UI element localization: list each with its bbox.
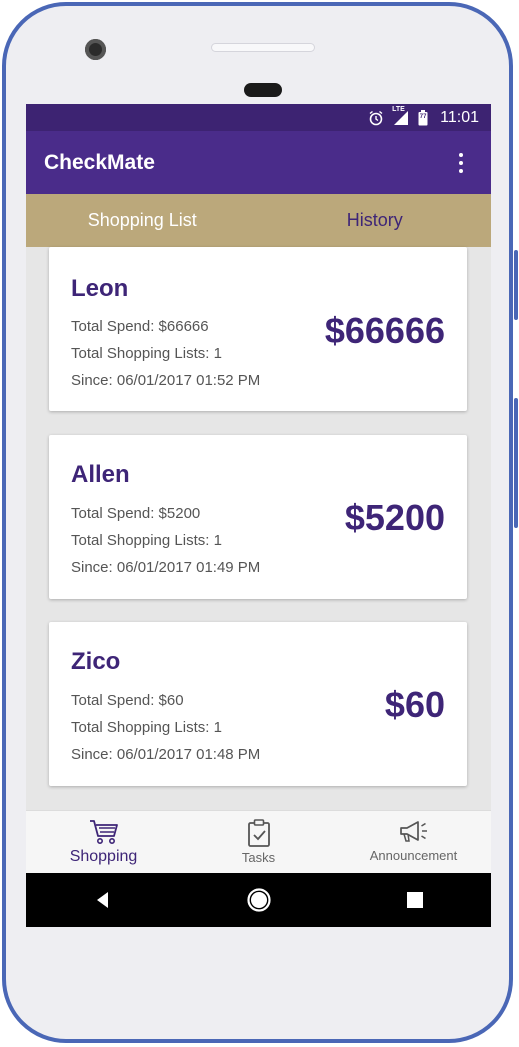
system-navigation-bar [26,873,491,927]
shopper-card[interactable]: Allen Total Spend: $5200 Total Shopping … [49,435,467,599]
earpiece [244,83,282,97]
overflow-menu-icon[interactable] [449,151,473,175]
shopper-name: Zico [71,648,121,675]
status-bar: LTE 77 11:01 [26,104,491,131]
total-lists-text: Total Shopping Lists: 1 [71,532,222,549]
total-spend-text: Total Spend: $60 [71,692,184,709]
nav-shopping[interactable]: Shopping [26,811,181,874]
total-spend-text: Total Spend: $66666 [71,318,209,335]
nav-tasks[interactable]: Tasks [181,811,336,874]
spend-amount: $66666 [324,310,445,351]
nav-announcement[interactable]: Announcement [336,811,491,874]
cart-icon [89,820,118,844]
tab-history[interactable]: History [259,194,492,247]
spend-amount: $5200 [344,497,445,538]
front-camera [85,39,106,60]
network-type: LTE [392,105,405,113]
screen: LTE 77 11:01 CheckMate Shopping List His… [26,104,491,927]
speaker-grille [212,44,314,51]
tab-bar: Shopping List History [26,194,491,247]
total-spend-text: Total Spend: $5200 [71,505,201,522]
bottom-navigation: Shopping Tasks Announcement [26,810,491,874]
clock: 11:01 [440,108,479,126]
nav-label: Announcement [369,848,458,863]
back-icon[interactable] [93,890,113,910]
megaphone-icon [399,821,427,842]
shopper-name: Allen [71,461,130,488]
home-icon[interactable] [246,887,272,913]
battery-level: 77 [419,113,427,120]
shopper-card[interactable]: Leon Total Spend: $66666 Total Shopping … [49,247,467,411]
since-text: Since: 06/01/2017 01:49 PM [71,559,261,576]
alarm-icon [369,110,383,125]
app-bar: CheckMate [26,131,491,194]
lte-signal-icon: LTE [392,106,410,126]
tab-label: Shopping List [87,210,197,230]
power-button [514,398,518,528]
recents-icon[interactable] [406,891,424,909]
nav-label: Shopping [69,848,138,865]
tab-shopping-list[interactable]: Shopping List [26,194,259,247]
total-lists-text: Total Shopping Lists: 1 [71,719,222,736]
clipboard-check-icon [247,819,270,847]
spend-amount: $60 [384,684,445,725]
tab-label: History [346,210,403,230]
nav-label: Tasks [241,850,276,865]
shopper-name: Leon [71,275,129,302]
since-text: Since: 06/01/2017 01:48 PM [71,746,261,763]
shopper-card[interactable]: Zico Total Spend: $60 Total Shopping Lis… [49,622,467,786]
app-title: CheckMate [44,150,155,174]
since-text: Since: 06/01/2017 01:52 PM [71,372,261,389]
total-lists-text: Total Shopping Lists: 1 [71,345,222,362]
battery-icon: 77 [418,109,428,126]
volume-button [514,250,518,320]
